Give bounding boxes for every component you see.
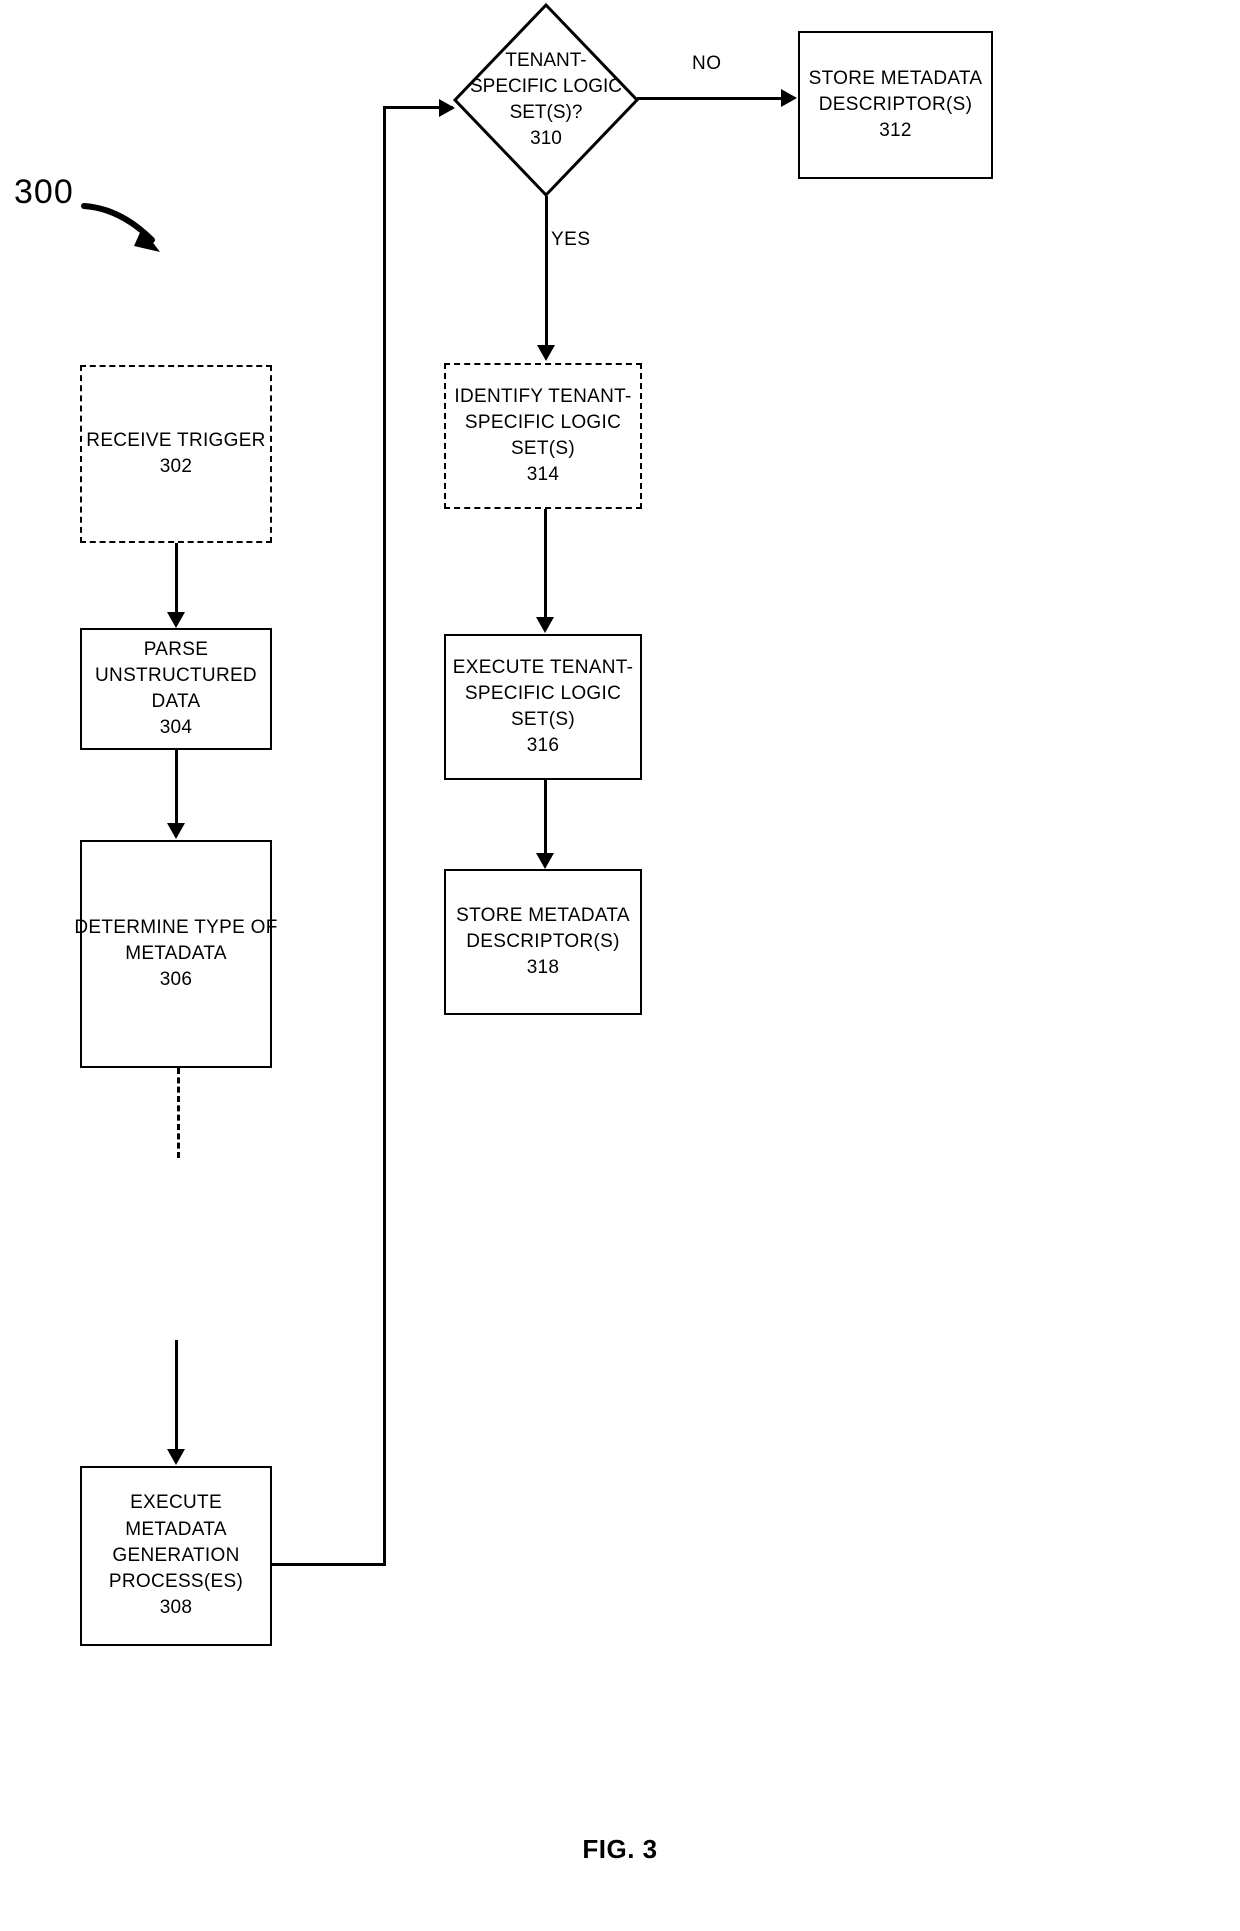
node-determine-type-of-metadata-306: DETERMINE TYPE OF METADATA 306	[74, 840, 277, 1068]
node-314-text: IDENTIFY TENANT- SPECIFIC LOGIC SET(S) 3…	[448, 384, 637, 489]
node-314-line-3: SET(S)	[510, 438, 576, 459]
node-316-line-2: SPECIFIC LOGIC	[464, 682, 622, 704]
node-318-line-2: DESCRIPTOR(S)	[466, 930, 620, 952]
decision-line-1: TENANT-	[505, 49, 587, 71]
node-308-line-2: METADATA	[125, 1518, 227, 1540]
decision-number: 310	[530, 128, 562, 150]
arrowhead-to-306	[167, 823, 185, 839]
node-306-line-1: DETERMINE TYPE OF	[74, 916, 278, 938]
figure-reference-number: 300	[14, 173, 74, 211]
reference-pointer-arrow	[81, 203, 160, 252]
connector-308-to-310-vertical	[383, 106, 386, 1566]
arrowhead-to-316	[536, 617, 554, 633]
node-306-number: 306	[159, 969, 193, 991]
decision-label: TENANT- SPECIFIC LOGIC SET(S)? 310	[452, 2, 640, 198]
node-308-line-1: EXECUTE	[130, 1492, 222, 1514]
connector-310-to-314	[545, 196, 548, 346]
node-306-text: DETERMINE TYPE OF METADATA 306	[68, 915, 283, 994]
node-store-metadata-descriptors-318: STORE METADATA DESCRIPTOR(S) 318	[444, 869, 642, 1015]
connector-loopnote-to-308	[175, 1340, 178, 1452]
edge-label-yes: YES	[551, 229, 591, 250]
node-304-line-3: DATA	[151, 691, 201, 712]
arrowhead-to-310	[439, 99, 455, 117]
figure-canvas: 300 TENANT- SPECIFIC LOGIC SET(S)? 310 N…	[0, 0, 1240, 1931]
node-312-line-2: DESCRIPTOR(S)	[818, 93, 973, 115]
node-308-line-4: PROCESS(ES)	[108, 1571, 244, 1593]
node-receive-trigger-302: RECEIVE TRIGGER 302	[80, 365, 272, 543]
node-318-text: STORE METADATA DESCRIPTOR(S) 318	[450, 903, 636, 982]
connector-310-to-312	[637, 97, 787, 100]
connector-306-dotted-continuation	[177, 1068, 180, 1158]
connector-314-to-316	[544, 509, 547, 619]
connector-308-to-310-horizontal-bottom	[272, 1563, 386, 1566]
node-314-line-2: SPECIFIC LOGIC	[464, 411, 622, 433]
arrowhead-to-308	[167, 1449, 185, 1465]
arrowhead-to-312	[781, 89, 797, 107]
node-316-line-3: SET(S)	[510, 709, 576, 730]
connector-304-to-306	[175, 750, 178, 826]
edge-label-no: NO	[692, 53, 722, 74]
node-304-line-2: UNSTRUCTURED	[95, 664, 257, 686]
node-306-line-2: METADATA	[125, 942, 227, 964]
node-316-line-1: EXECUTE TENANT-	[452, 656, 634, 678]
node-304-number: 304	[159, 717, 193, 739]
node-302-text: RECEIVE TRIGGER 302	[80, 428, 271, 480]
decision-tenant-specific-logic-sets: TENANT- SPECIFIC LOGIC SET(S)? 310	[452, 2, 640, 198]
node-execute-metadata-generation-processes-308: EXECUTE METADATA GENERATION PROCESS(ES) …	[80, 1466, 272, 1646]
node-304-text: PARSE UNSTRUCTURED DATA 304	[89, 637, 263, 742]
connector-316-to-318	[544, 780, 547, 856]
arrowhead-to-304	[167, 612, 185, 628]
node-identify-tenant-specific-logic-sets-314: IDENTIFY TENANT- SPECIFIC LOGIC SET(S) 3…	[444, 363, 642, 509]
node-parse-unstructured-data-304: PARSE UNSTRUCTURED DATA 304	[80, 628, 272, 750]
node-execute-tenant-specific-logic-sets-316: EXECUTE TENANT- SPECIFIC LOGIC SET(S) 31…	[444, 634, 642, 780]
node-308-line-3: GENERATION	[112, 1544, 240, 1566]
arrowhead-to-318	[536, 853, 554, 869]
node-302-number: 302	[159, 456, 193, 477]
arrowhead-to-314	[537, 345, 555, 361]
node-308-number: 308	[159, 1597, 193, 1619]
node-312-line-1: STORE METADATA	[808, 67, 983, 89]
node-318-line-1: STORE METADATA	[456, 904, 630, 926]
decision-line-3: SET(S)?	[509, 102, 583, 123]
node-314-number: 314	[526, 464, 560, 486]
node-316-text: EXECUTE TENANT- SPECIFIC LOGIC SET(S) 31…	[447, 655, 639, 760]
node-312-number: 312	[879, 120, 912, 142]
decision-line-2: SPECIFIC LOGIC	[469, 75, 623, 97]
node-316-number: 316	[526, 735, 560, 757]
node-store-metadata-descriptors-312: STORE METADATA DESCRIPTOR(S) 312	[798, 31, 993, 179]
node-304-line-1: PARSE	[143, 638, 209, 660]
connector-302-to-304	[175, 543, 178, 615]
node-302-line-1: RECEIVE TRIGGER	[86, 429, 266, 451]
node-314-line-1: IDENTIFY TENANT-	[454, 385, 632, 407]
node-308-text: EXECUTE METADATA GENERATION PROCESS(ES) …	[103, 1490, 249, 1621]
node-312-text: STORE METADATA DESCRIPTOR(S) 312	[803, 66, 989, 145]
node-318-number: 318	[526, 957, 560, 979]
figure-caption: FIG. 3	[582, 1834, 658, 1864]
